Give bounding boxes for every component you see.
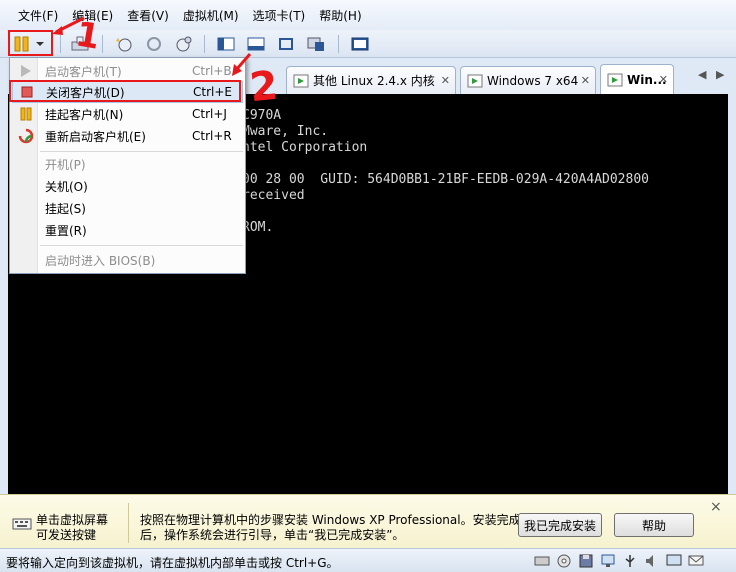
console-line: received [242,188,305,203]
menu-item-start-guest[interactable]: 启动客户机(T) Ctrl+B [12,60,243,82]
console-line: C970A [242,108,282,123]
menu-item-label: 开机(P) [45,157,86,172]
menu-view[interactable]: 查看(V) [121,5,175,26]
tab-scroll-right-icon[interactable]: ▶ [716,68,724,81]
revert-icon [147,37,161,51]
menu-item-suspend[interactable]: 挂起(S) [12,197,243,219]
unity-icon [307,37,324,51]
network-icon[interactable] [600,553,616,569]
menu-item-label: 重置(R) [45,223,87,238]
unity-button[interactable] [304,33,328,55]
vm-tab-icon [607,73,623,86]
menu-item-boot-bios[interactable]: 启动时进入 BIOS(B) [12,249,243,271]
sound-icon[interactable] [644,553,660,569]
menu-tabs[interactable]: 选项卡(T) [247,5,312,26]
menu-item-suspend-guest[interactable]: 挂起客户机(N) Ctrl+J [12,103,243,125]
close-icon[interactable]: ✕ [659,73,668,86]
snapshot-icon [116,38,132,52]
help-button[interactable]: 帮助 [614,513,694,537]
console-view-icon [351,37,369,51]
menu-vm[interactable]: 虚拟机(M) [177,5,245,26]
toolbar [0,30,736,58]
menu-item-restart-guest[interactable]: 重新启动客户机(E) Ctrl+R [12,125,243,147]
close-icon[interactable]: ✕ [441,74,450,87]
floppy-icon[interactable] [578,553,594,569]
tab-label: Windows 7 x64 [487,73,579,88]
menu-item-reset[interactable]: 重置(R) [12,219,243,241]
snapshot-button[interactable] [112,33,136,55]
close-hint-icon[interactable]: × [710,499,722,515]
console-line: ROM. [242,220,274,235]
thumbnail-icon [247,37,265,51]
tab-winxp[interactable]: Win... ✕ [600,64,674,94]
install-message-line2: 后，操作系统会进行引导，单击“我已完成安装”。 [140,528,405,542]
menu-item-shortcut: Ctrl+B [192,64,232,78]
keyboard-icon [12,518,32,530]
tab-label: 其他 Linux 2.4.x 内核 [313,74,435,88]
hint-send-keys: 可发送按键 [36,528,97,542]
play-icon [21,65,31,77]
usb-icon[interactable] [622,553,638,569]
console-line: 00 28 00 GUID: 564D0BB1-21BF-EEDB-029A-4… [242,172,649,187]
install-done-button[interactable]: 我已完成安装 [518,513,602,537]
restart-icon [18,128,34,144]
menu-item-label: 挂起客户机(N) [45,107,124,122]
display-icon[interactable] [666,553,682,569]
vm-tab-icon [293,74,309,87]
tab-windows7[interactable]: Windows 7 x64 ✕ [460,66,596,94]
menu-item-label: 重新启动客户机(E) [45,129,146,144]
menu-item-power-on[interactable]: 开机(P) [12,153,243,175]
menu-bar: 文件(F) 编辑(E) 查看(V) 虚拟机(M) 选项卡(T) 帮助(H) [0,0,736,30]
revert-snapshot-button[interactable] [142,33,166,55]
menu-item-shortcut: Ctrl+J [192,107,227,121]
annotation-step-2: 2 [247,62,281,112]
menu-item-label: 挂起(S) [45,201,86,216]
status-bar: 要将输入定向到该虚拟机，请在虚拟机内部单击或按 Ctrl+G。 [0,548,736,572]
fullscreen-button[interactable] [274,33,298,55]
snapshot-manager-button[interactable] [172,33,196,55]
annotation-box-menu-item [9,80,241,102]
fullscreen-icon [279,38,293,50]
install-hint-bar: 单击虚拟屏幕 可发送按键 按照在物理计算机中的步骤安装 Windows XP P… [0,494,736,548]
pause-icon [20,107,32,121]
tab-scroll-left-icon[interactable]: ◀ [698,68,706,81]
menu-item-label: 启动客户机(T) [45,64,122,79]
menu-item-label: 关机(O) [45,179,88,194]
close-icon[interactable]: ✕ [581,74,590,87]
annotation-box-toolbar [8,30,53,56]
message-icon[interactable] [688,553,704,569]
console-line: ntel Corporation [242,140,368,155]
tab-linux[interactable]: 其他 Linux 2.4.x 内核 ✕ [286,66,456,94]
menu-item-power-off[interactable]: 关机(O) [12,175,243,197]
menu-item-shortcut: Ctrl+R [192,129,232,143]
hdd-icon[interactable] [534,553,550,569]
cd-icon[interactable] [556,553,572,569]
vm-tab-icon [467,74,483,87]
snapshot-manager-icon [176,36,192,52]
console-view-button[interactable] [348,33,372,55]
menu-help[interactable]: 帮助(H) [313,5,367,26]
status-text: 要将输入定向到该虚拟机，请在虚拟机内部单击或按 Ctrl+G。 [6,556,339,570]
sidebar-icon [217,37,235,51]
menu-item-label: 启动时进入 BIOS(B) [45,253,156,268]
console-line: Mware, Inc. [242,124,329,139]
